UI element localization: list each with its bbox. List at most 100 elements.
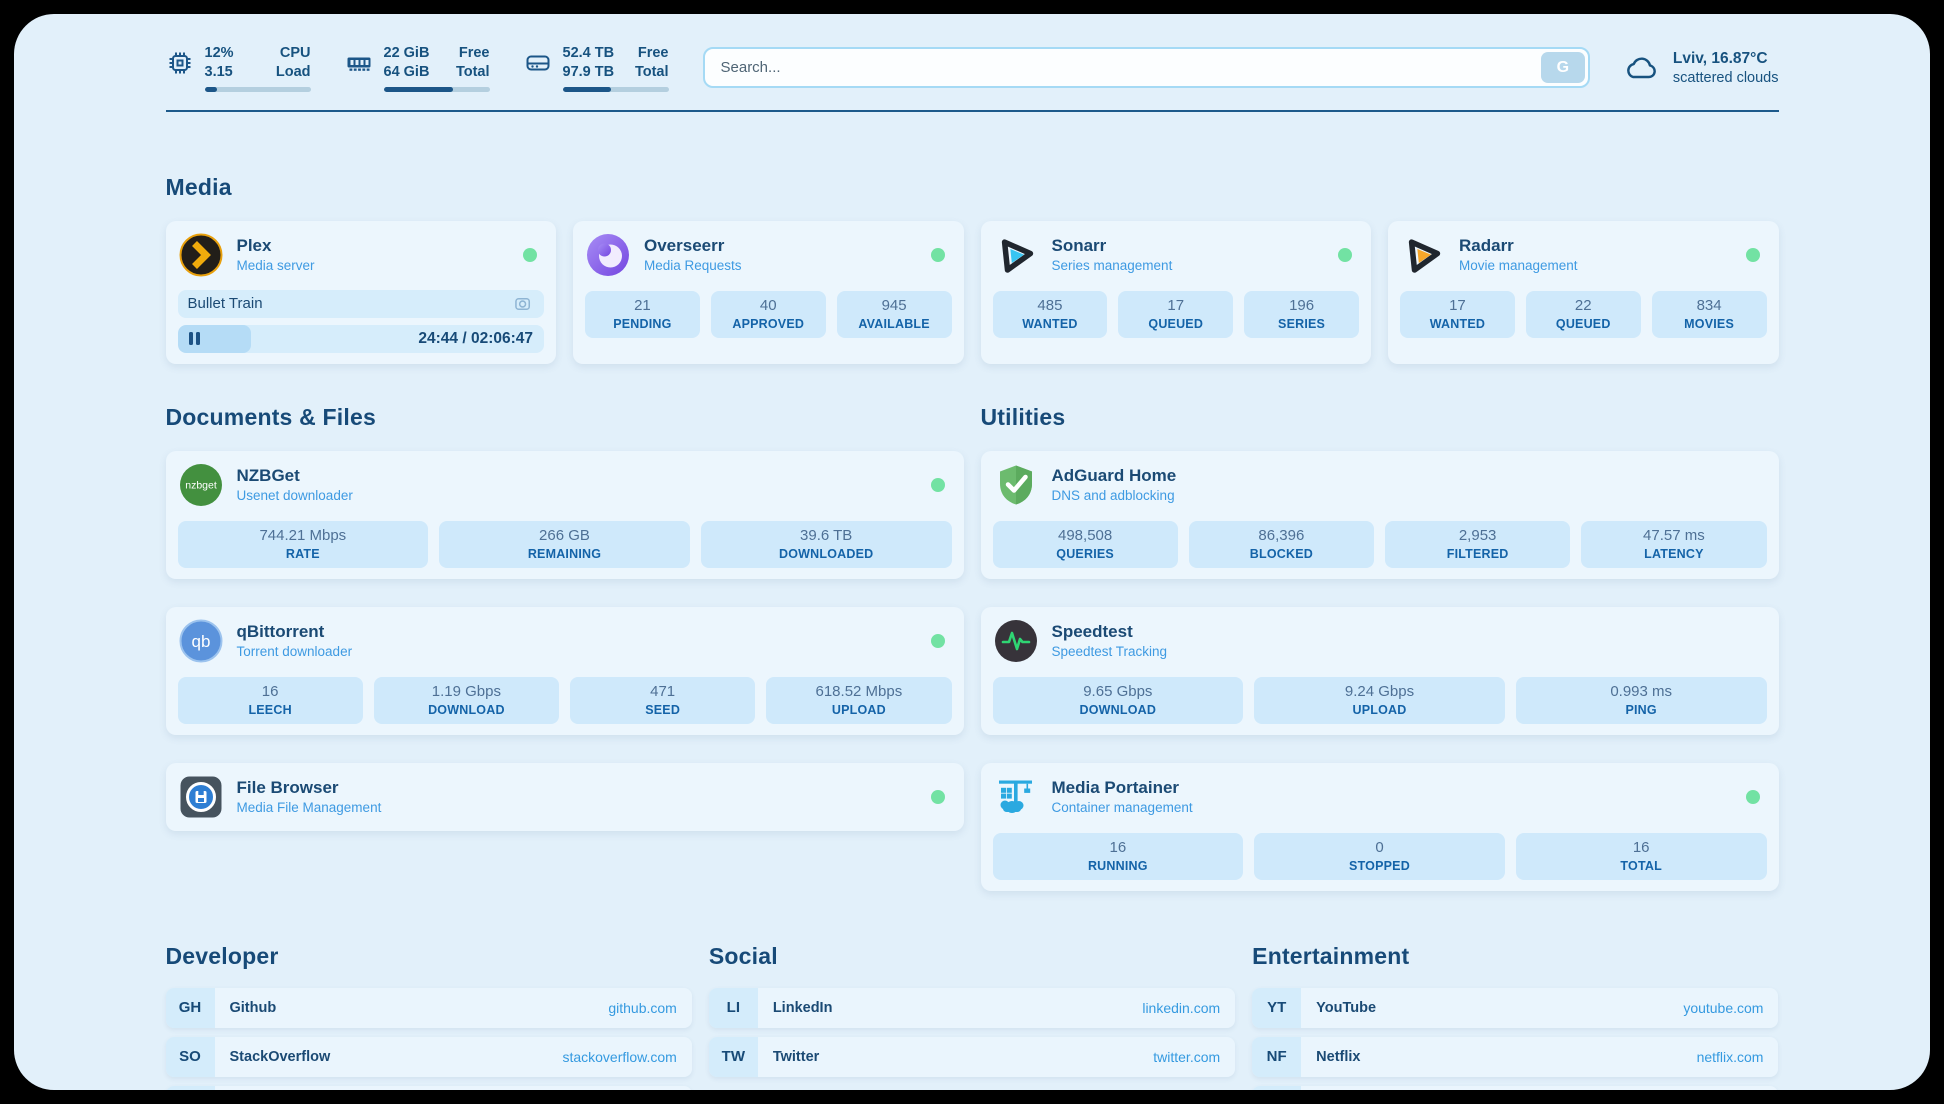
stat-box: 0.993 msPING bbox=[1516, 677, 1767, 724]
bookmark-abbr: DT bbox=[166, 1086, 215, 1090]
playback-time: 24:44 / 02:06:47 bbox=[418, 330, 533, 348]
bookmark-abbr: YT bbox=[1252, 988, 1301, 1028]
overseerr-icon bbox=[585, 232, 631, 278]
media-grid: Plex Media server Bullet Train 24:44 / 0… bbox=[166, 221, 1779, 364]
status-dot bbox=[1338, 248, 1352, 262]
nzbget-icon: nzbget bbox=[178, 462, 224, 508]
disk-free: 52.4 TB bbox=[563, 44, 615, 63]
stat-value: 498,508 bbox=[995, 527, 1176, 544]
cpu-percent: 12% bbox=[205, 44, 234, 63]
divider bbox=[166, 110, 1779, 112]
stat-box: 16LEECH bbox=[178, 677, 363, 724]
service-description: Movie management bbox=[1459, 258, 1578, 273]
bookmark-row-twitter[interactable]: TW Twitter twitter.com bbox=[709, 1037, 1235, 1077]
stat-box: 834MOVIES bbox=[1652, 291, 1767, 338]
bookmark-name: YouTube bbox=[1316, 1000, 1376, 1016]
bookmark-group-entertainment: Entertainment YT YouTube youtube.com NF … bbox=[1252, 943, 1778, 1090]
bookmark-name: Twitter bbox=[773, 1049, 819, 1065]
search-button[interactable]: G bbox=[1541, 52, 1585, 83]
stat-box: 47.57 msLATENCY bbox=[1581, 521, 1766, 568]
section-title-utilities: Utilities bbox=[981, 404, 1779, 431]
bookmark-name: LinkedIn bbox=[773, 1000, 833, 1016]
service-card-radarr[interactable]: Radarr Movie management 17WANTED 22QUEUE… bbox=[1388, 221, 1779, 364]
stat-value: 86,396 bbox=[1191, 527, 1372, 544]
service-card-qbittorrent[interactable]: qb qBittorrent Torrent downloader 16LEEC… bbox=[166, 607, 964, 735]
service-title: Plex bbox=[237, 236, 315, 256]
disk-free-label: Free bbox=[638, 44, 669, 63]
service-card-speedtest[interactable]: Speedtest Speedtest Tracking 9.65 GbpsDO… bbox=[981, 607, 1779, 735]
playback-progress-bar: 24:44 / 02:06:47 bbox=[178, 325, 545, 353]
cloud-icon bbox=[1624, 53, 1660, 83]
stat-box: 1.19 GbpsDOWNLOAD bbox=[374, 677, 559, 724]
bookmark-abbr: NF bbox=[1252, 1037, 1301, 1077]
search-input[interactable] bbox=[703, 47, 1590, 88]
stat-label: QUEUED bbox=[1528, 317, 1639, 331]
bookmark-row-reddit[interactable]: RE Reddit reddit.com bbox=[1252, 1086, 1778, 1090]
section-title-developer: Developer bbox=[166, 943, 692, 970]
bookmark-url: linkedin.com bbox=[1142, 1000, 1220, 1016]
service-card-portainer[interactable]: Media Portainer Container management 16R… bbox=[981, 763, 1779, 891]
stat-box: 17QUEUED bbox=[1118, 291, 1233, 338]
service-card-nzbget[interactable]: nzbget NZBGet Usenet downloader 744.21 M… bbox=[166, 451, 964, 579]
bookmark-url: youtube.com bbox=[1683, 1000, 1763, 1016]
stat-label: UPLOAD bbox=[768, 703, 949, 717]
cpu-label: CPU bbox=[280, 44, 311, 63]
stat-label: AVAILABLE bbox=[839, 317, 950, 331]
service-title: Radarr bbox=[1459, 236, 1578, 256]
service-description: Torrent downloader bbox=[237, 644, 353, 659]
service-description: Media server bbox=[237, 258, 315, 273]
weather-widget[interactable]: Lviv, 16.87°C scattered clouds bbox=[1624, 50, 1779, 86]
service-title: NZBGet bbox=[237, 466, 353, 486]
bookmark-row-youtube[interactable]: YT YouTube youtube.com bbox=[1252, 988, 1778, 1028]
bookmark-row-github[interactable]: GH Github github.com bbox=[166, 988, 692, 1028]
dashboard-panel: 12%CPU 3.15Load 22 bbox=[14, 14, 1930, 1090]
stat-value: 0 bbox=[1256, 839, 1503, 856]
camera-icon[interactable] bbox=[515, 296, 534, 312]
stat-label: BLOCKED bbox=[1191, 547, 1372, 561]
stat-box: 2,953FILTERED bbox=[1385, 521, 1570, 568]
bookmark-row-linkedin[interactable]: LI LinkedIn linkedin.com bbox=[709, 988, 1235, 1028]
stat-box: 16TOTAL bbox=[1516, 833, 1767, 880]
bookmark-row-stackoverflow[interactable]: SO StackOverflow stackoverflow.com bbox=[166, 1037, 692, 1077]
service-title: qBittorrent bbox=[237, 622, 353, 642]
section-title-entertainment: Entertainment bbox=[1252, 943, 1778, 970]
bookmark-url: netflix.com bbox=[1697, 1049, 1764, 1065]
service-description: Usenet downloader bbox=[237, 488, 353, 503]
service-card-sonarr[interactable]: Sonarr Series management 485WANTED 17QUE… bbox=[981, 221, 1372, 364]
stat-value: 1.19 Gbps bbox=[376, 683, 557, 700]
bookmark-name: Github bbox=[230, 1000, 277, 1016]
service-card-plex[interactable]: Plex Media server Bullet Train 24:44 / 0… bbox=[166, 221, 557, 364]
stat-label: MOVIES bbox=[1654, 317, 1765, 331]
stat-box: 9.65 GbpsDOWNLOAD bbox=[993, 677, 1244, 724]
service-title: Speedtest bbox=[1052, 622, 1168, 642]
stat-value: 17 bbox=[1402, 297, 1513, 314]
bookmark-name: StackOverflow bbox=[230, 1049, 331, 1065]
stat-value: 618.52 Mbps bbox=[768, 683, 949, 700]
stat-value: 16 bbox=[180, 683, 361, 700]
stat-box: 16RUNNING bbox=[993, 833, 1244, 880]
cpu-load: 3.15 bbox=[205, 63, 233, 82]
stat-value: 485 bbox=[995, 297, 1106, 314]
service-card-adguard[interactable]: AdGuard Home DNS and adblocking 498,508Q… bbox=[981, 451, 1779, 579]
now-playing-row: Bullet Train bbox=[178, 290, 545, 318]
service-card-filebrowser[interactable]: File Browser Media File Management bbox=[166, 763, 964, 831]
plex-icon bbox=[178, 232, 224, 278]
cpu-progress-fill bbox=[205, 87, 218, 92]
bookmark-row-dev[interactable]: DT DEV dev.to bbox=[166, 1086, 692, 1090]
bookmark-abbr: RE bbox=[1252, 1086, 1301, 1090]
stat-value: 9.65 Gbps bbox=[995, 683, 1242, 700]
status-dot bbox=[931, 790, 945, 804]
utilities-column: Utilities AdGuard Home DNS and adblockin… bbox=[981, 404, 1779, 891]
service-card-overseerr[interactable]: Overseerr Media Requests 21PENDING 40APP… bbox=[573, 221, 964, 364]
stat-box: 21PENDING bbox=[585, 291, 700, 338]
ram-free: 22 GiB bbox=[384, 44, 430, 63]
service-title: Sonarr bbox=[1052, 236, 1173, 256]
resource-widgets: 12%CPU 3.15Load 22 bbox=[166, 44, 669, 92]
disk-progress-fill bbox=[563, 87, 612, 92]
adguard-icon bbox=[993, 462, 1039, 508]
documents-column: Documents & Files nzbget NZBGet Usenet d… bbox=[166, 404, 964, 891]
stat-value: 17 bbox=[1120, 297, 1231, 314]
service-title: AdGuard Home bbox=[1052, 466, 1177, 486]
service-title: Overseerr bbox=[644, 236, 742, 256]
bookmark-row-netflix[interactable]: NF Netflix netflix.com bbox=[1252, 1037, 1778, 1077]
